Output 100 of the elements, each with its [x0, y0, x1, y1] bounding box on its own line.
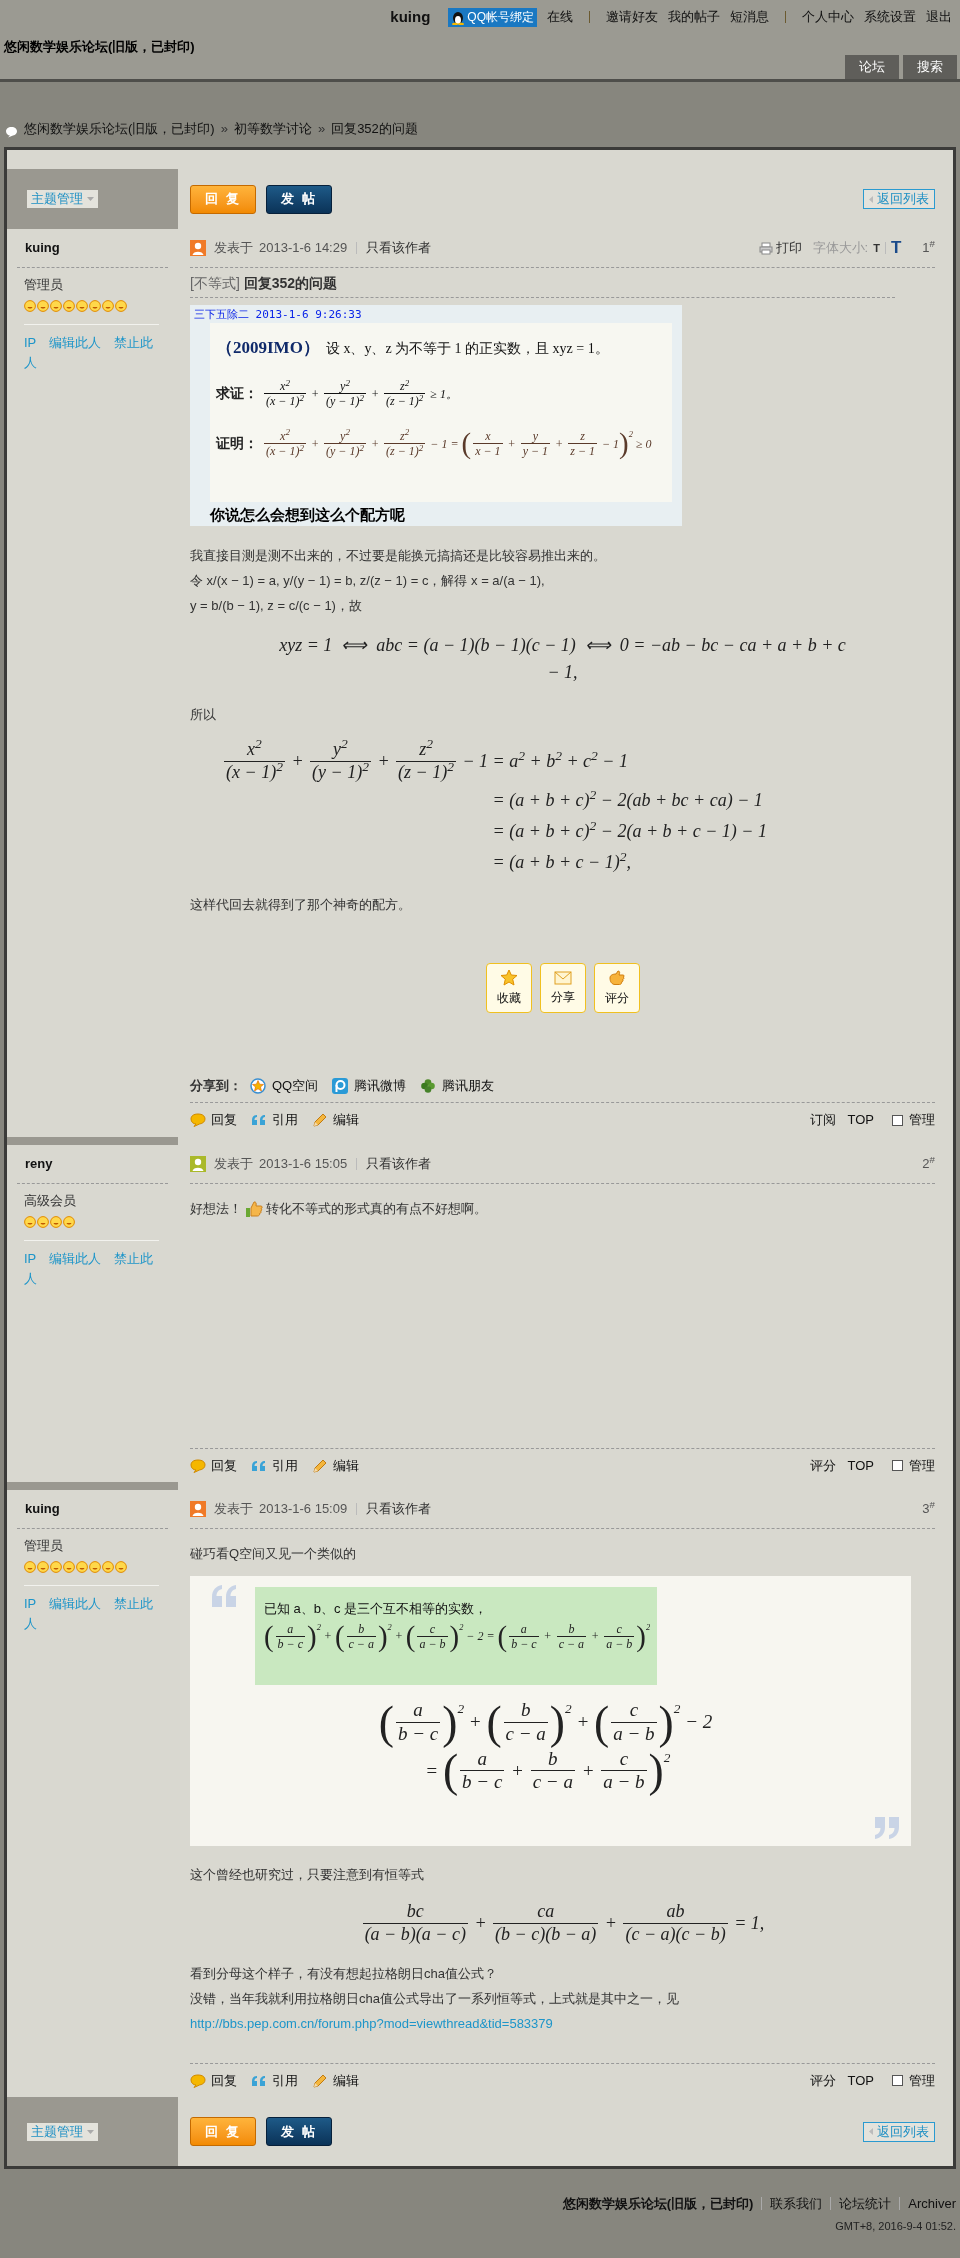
share-link[interactable]: 腾讯微博 [332, 1075, 407, 1096]
nav-link[interactable]: 系统设置 [864, 7, 916, 27]
pencil-icon [312, 1457, 328, 1474]
new-post-button[interactable]: 发 帖 [266, 2117, 332, 2146]
nav-tab[interactable]: 论坛 [845, 55, 899, 79]
row-label: 求证： [216, 385, 258, 404]
envelope-icon [553, 970, 572, 985]
share-link[interactable]: QQ空间 [250, 1075, 319, 1096]
breadcrumb-link[interactable]: 初等数学讨论 [233, 118, 312, 138]
manage-label[interactable]: 管理 [909, 1110, 935, 1130]
penguin-icon [451, 9, 466, 25]
new-post-button[interactable]: 发 帖 [266, 184, 332, 214]
printer-icon [758, 241, 773, 255]
manage-label[interactable]: 管理 [909, 1455, 935, 1476]
font-size-label: 字体大小: [812, 239, 869, 258]
post-action-link[interactable]: 编辑 [312, 1455, 359, 1476]
author-name[interactable]: reny [25, 1154, 53, 1174]
nav-link[interactable]: 退出 [926, 7, 952, 27]
paragraph-text: 这个曾经也研究过，只要注意到有恒等式 [190, 1866, 425, 1884]
hand-icon [607, 969, 626, 986]
post-action-link[interactable]: 编辑 [312, 2070, 359, 2091]
username[interactable]: kuing [390, 5, 431, 29]
post-link[interactable]: 订阅 [809, 1110, 836, 1130]
chat-header: 三下五除二 2013-1-6 9:26:33 [193, 307, 363, 323]
post-date: 2013-1-6 15:09 [259, 1500, 348, 1519]
nav-link[interactable]: 短消息 [730, 7, 769, 27]
post-action-link[interactable]: 编辑 [312, 1110, 359, 1130]
nav-link[interactable]: 邀请好友 [606, 7, 658, 27]
posted-label: 发表于 [214, 239, 253, 258]
smiley-icon [24, 1561, 36, 1573]
only-author-link[interactable]: 只看该作者 [366, 1499, 432, 1519]
floor-number: 1$^{#}$ [922, 238, 935, 258]
user-rank: 管理员 [24, 276, 64, 294]
share-label: 分享到： [190, 1076, 242, 1095]
footer-link[interactable]: Archiver [908, 2194, 956, 2214]
manage-checkbox[interactable] [892, 1114, 903, 1126]
breadcrumb-link[interactable]: 回复352的问题 [331, 118, 418, 138]
manage-label[interactable]: 管理 [909, 2070, 935, 2091]
footer-time: GMT+8, 2016-9-4 01:52. [835, 2218, 956, 2234]
user-rank: 高级会员 [24, 1192, 77, 1210]
triangle-icon [869, 195, 873, 203]
breadcrumb-separator: » [220, 119, 228, 138]
footer-site-link[interactable]: 悠闲数学娱乐论坛(旧版，已封印) [562, 2194, 754, 2214]
manage-checkbox[interactable] [892, 1460, 903, 1471]
speech-bubble-icon [190, 1113, 206, 1127]
post-action-button[interactable]: 分享 [539, 963, 586, 1014]
post-action-link[interactable]: 回复 [190, 1455, 237, 1476]
only-author-link[interactable]: 只看该作者 [366, 1154, 432, 1174]
breadcrumb-link[interactable]: 悠闲数学娱乐论坛(旧版，已封印) [24, 118, 215, 138]
smiley-icon [50, 1561, 62, 1573]
post-link[interactable]: TOP [847, 1455, 874, 1476]
post-action-button[interactable]: 评分 [593, 963, 640, 1014]
large-font-button[interactable]: T [890, 235, 902, 261]
speech-bubble-icon [5, 126, 18, 138]
paragraph-text: 所以 [190, 706, 217, 724]
smiley-icon [37, 300, 49, 312]
post-action-link[interactable]: 引用 [251, 1110, 298, 1130]
nav-link[interactable]: 我的帖子 [668, 7, 720, 27]
qq-bind-button[interactable]: QQ帐号绑定 [448, 7, 537, 27]
author-name[interactable]: kuing [25, 1499, 60, 1519]
pencil-icon [312, 1112, 328, 1128]
caret-icon [87, 197, 94, 201]
share-link[interactable]: 腾讯朋友 [420, 1075, 495, 1096]
post-link[interactable]: TOP [847, 1110, 874, 1130]
post-action-button[interactable]: 收藏 [485, 963, 532, 1014]
post-action-link[interactable]: 引用 [251, 1455, 298, 1476]
caption-text: 你说怎么会想到这么个配方呢 [208, 504, 406, 525]
smiley-icon [102, 1561, 114, 1573]
smiley-icon [63, 1561, 75, 1573]
author-name[interactable]: kuing [25, 238, 60, 258]
caret-icon [87, 2129, 94, 2134]
small-font-button[interactable]: T [873, 239, 880, 257]
quote-icon [251, 1459, 267, 1472]
nav-link[interactable]: 在线 [547, 7, 573, 27]
nav-link[interactable]: 个人中心 [802, 7, 854, 27]
paragraph-text: 好想法！ [190, 1200, 242, 1218]
smiley-icon [76, 300, 88, 312]
smiley-icon [63, 300, 75, 312]
post-link[interactable]: 评分 [809, 2070, 836, 2091]
post-link[interactable]: 评分 [809, 1455, 836, 1476]
footer-link[interactable]: 联系我们 [770, 2194, 823, 2214]
posted-label: 发表于 [214, 1155, 253, 1174]
site-title: 悠闲数学娱乐论坛(旧版，已封印) [3, 38, 195, 56]
speech-bubble-icon [190, 2073, 206, 2088]
star-circle-icon [250, 1077, 266, 1094]
smiley-icon [76, 1561, 88, 1573]
post-action-link[interactable]: 回复 [190, 1110, 237, 1130]
post-action-link[interactable]: 引用 [251, 2070, 298, 2091]
quote-icon [874, 1816, 900, 1840]
paragraph-text: 转化不等式的形式真的有点不好想啊。 [266, 1200, 487, 1218]
post-action-link[interactable]: 回复 [190, 2070, 237, 2091]
posted-label: 发表于 [214, 1500, 253, 1519]
nav-tab[interactable]: 搜索 [903, 55, 957, 79]
only-author-link[interactable]: 只看该作者 [366, 238, 432, 258]
user-rank: 管理员 [24, 1537, 64, 1555]
print-link[interactable]: 打印 [758, 238, 802, 258]
row-label: 证明： [216, 435, 258, 454]
manage-checkbox[interactable] [892, 2075, 903, 2086]
post-link[interactable]: TOP [847, 2070, 874, 2091]
footer-link[interactable]: 论坛统计 [839, 2194, 892, 2214]
